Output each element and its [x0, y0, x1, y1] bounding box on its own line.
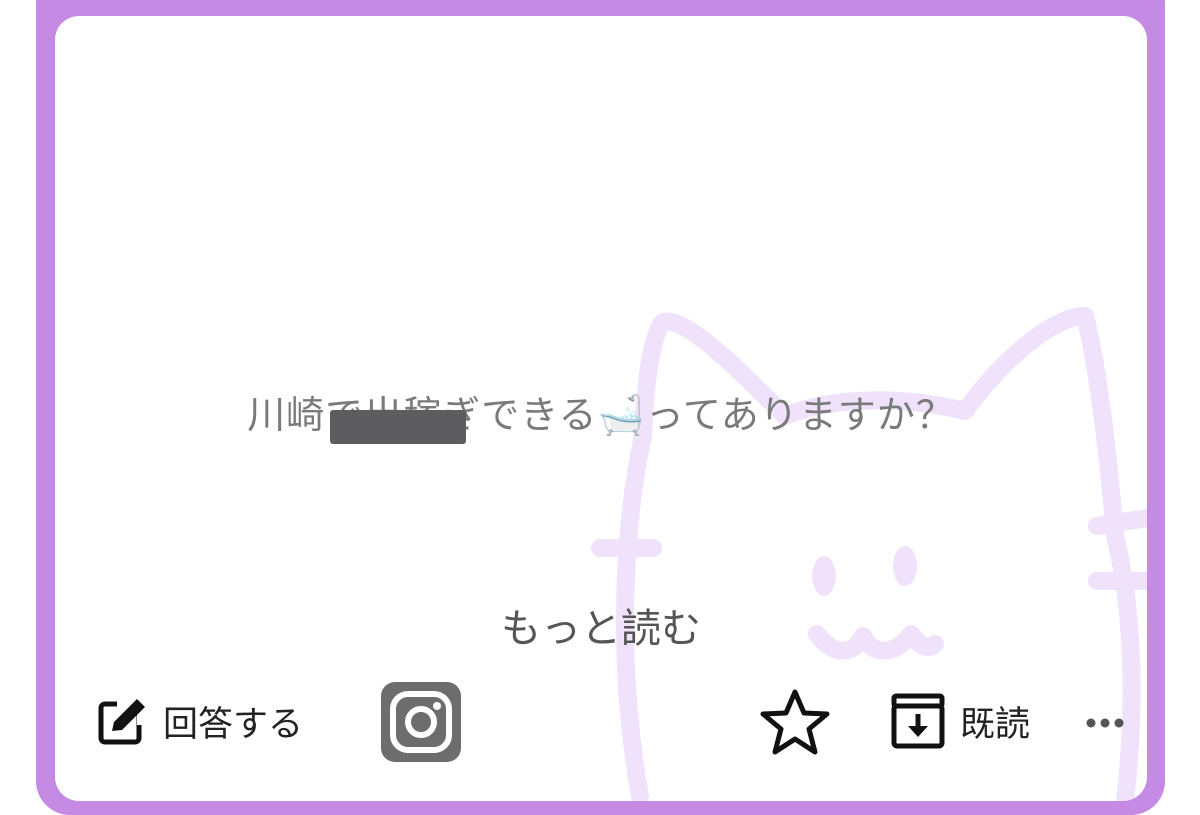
mark-read-button[interactable]: 既読 [890, 692, 1030, 750]
read-more-link[interactable]: もっと読む [55, 596, 1147, 654]
redaction-block [330, 410, 466, 444]
archive-icon [891, 693, 945, 749]
question-card: 川崎で出稼ぎできる🛁ってありますか？ もっと読む 回答する 既読 [55, 16, 1147, 801]
instagram-share-button[interactable] [381, 682, 461, 762]
instagram-icon [381, 682, 461, 762]
more-options-button[interactable] [1083, 706, 1127, 740]
answer-label: 回答する [163, 704, 304, 745]
mark-read-label: 既読 [960, 704, 1031, 745]
star-icon [760, 689, 830, 755]
more-horizontal-icon [1086, 718, 1124, 728]
favorite-button[interactable] [759, 688, 831, 756]
answer-button[interactable]: 回答する [97, 693, 303, 749]
edit-icon [98, 699, 149, 745]
question-text: 川崎で出稼ぎできる🛁ってありますか？ [247, 393, 955, 437]
